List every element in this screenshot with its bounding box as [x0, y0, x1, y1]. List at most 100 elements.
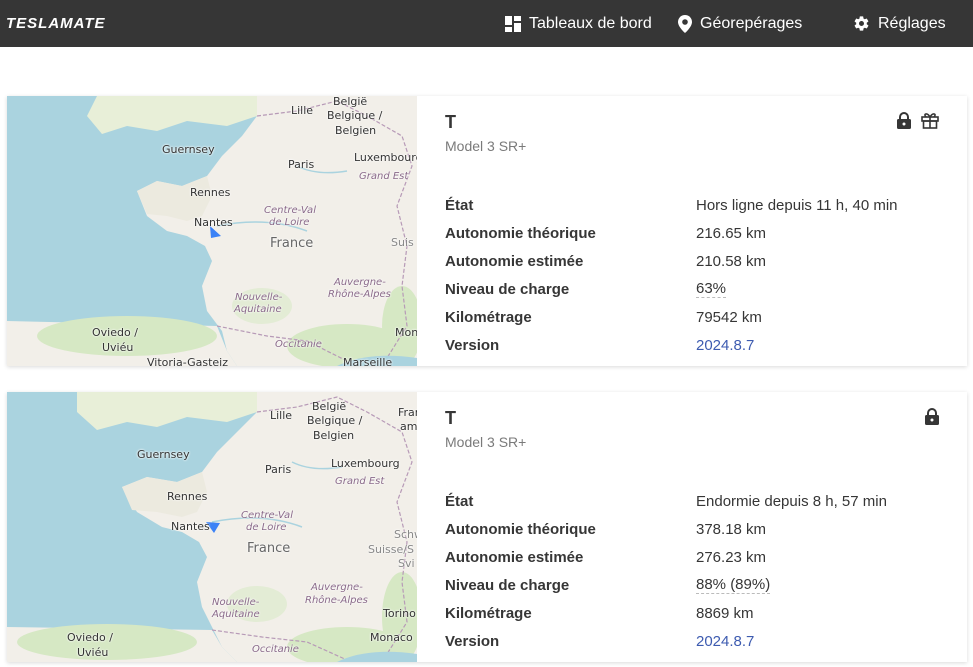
- map-label: Nouvelle-: [212, 597, 260, 608]
- lock-icon: [925, 408, 939, 425]
- map-label: Lille: [291, 104, 314, 117]
- map-label: Rhône-Alpes: [328, 289, 391, 300]
- detail-row-state: État Endormie depuis 8 h, 57 min: [445, 487, 967, 515]
- detail-value: 216.65 km: [696, 224, 767, 242]
- car-card: België Belgique / Belgien Lille Fran am …: [7, 392, 967, 662]
- map-label: France: [247, 541, 291, 556]
- car-model: Model 3 SR+: [445, 434, 527, 450]
- nav-dashboards[interactable]: Tableaux de bord: [505, 15, 652, 33]
- nav-dashboards-label: Tableaux de bord: [529, 14, 652, 32]
- detail-row-odometer: Kilométrage 79542 km: [445, 303, 967, 331]
- map-label: Suis: [391, 236, 414, 249]
- map-label: België: [333, 96, 368, 108]
- map-label: Paris: [265, 463, 292, 476]
- gear-icon: [854, 16, 869, 31]
- map-label: Svi: [398, 557, 415, 570]
- map-label: Auvergne-: [311, 582, 363, 593]
- brand-logo[interactable]: TESLAMATE: [6, 15, 106, 32]
- car-info: T Model 3 SR+ État Hors ligne depuis 11 h…: [445, 96, 967, 366]
- map-label: Auvergne-: [334, 277, 386, 288]
- detail-label: Autonomie estimée: [445, 548, 584, 566]
- map-label: Oviedo /: [92, 326, 138, 339]
- car-name[interactable]: T: [445, 408, 456, 429]
- detail-row-version: Version 2024.8.7: [445, 331, 967, 359]
- map-tiles: [7, 392, 417, 662]
- car-name[interactable]: T: [445, 112, 456, 133]
- detail-label: Autonomie théorique: [445, 520, 596, 538]
- car-location-map[interactable]: België Belgique / Belgien Lille Fran am …: [7, 392, 417, 662]
- map-label: de Loire: [246, 522, 287, 533]
- map-label: Nouvelle-: [235, 292, 283, 303]
- detail-row-est-range: Autonomie estimée 210.58 km: [445, 247, 967, 275]
- map-label: Monaco: [370, 631, 413, 644]
- map-label: Rhône-Alpes: [305, 595, 368, 606]
- map-label: Vitoria-Gasteiz: [147, 356, 228, 366]
- map-label: Luxembourg: [354, 151, 417, 164]
- charge-level-value[interactable]: 63%: [696, 280, 727, 298]
- version-link[interactable]: 2024.8.7: [696, 633, 754, 650]
- map-label: Luxembourg: [331, 457, 400, 470]
- map-label: België: [312, 400, 347, 413]
- charge-level-value[interactable]: 88% (89%): [696, 576, 771, 594]
- map-label: Suisse/S: [368, 543, 414, 556]
- detail-label: Version: [445, 336, 500, 354]
- map-label: Guernsey: [162, 143, 215, 156]
- nav-geofences[interactable]: Géorepérages: [678, 14, 803, 33]
- map-label: Uviéu: [77, 646, 109, 659]
- detail-label: Kilométrage: [445, 604, 532, 622]
- map-label: Guernsey: [137, 448, 190, 461]
- map-label: Rennes: [167, 490, 208, 503]
- car-info: T Model 3 SR+ État Endormie depuis 8 h, 5…: [445, 392, 967, 662]
- detail-row-ideal-range: Autonomie théorique 216.65 km: [445, 219, 967, 247]
- gift-icon: [921, 112, 939, 129]
- map-label: Grand Est: [359, 171, 409, 182]
- dashboard-icon: [505, 15, 521, 32]
- map-label: Uviéu: [102, 341, 134, 354]
- map-label: Oviedo /: [67, 631, 113, 644]
- map-label: Centre-Val: [241, 510, 293, 521]
- detail-row-state: État Hors ligne depuis 11 h, 40 min: [445, 191, 967, 219]
- map-label: de Loire: [269, 217, 310, 228]
- detail-value: Hors ligne depuis 11 h, 40 min: [696, 196, 898, 214]
- detail-value: 210.58 km: [696, 252, 767, 270]
- map-label: Aquitaine: [234, 304, 282, 315]
- map-label: Grand Est: [335, 476, 385, 487]
- detail-row-ideal-range: Autonomie théorique 378.18 km: [445, 515, 967, 543]
- car-card: België Belgique / Belgien Lille Guernsey…: [7, 96, 967, 366]
- map-marker-icon: [678, 14, 692, 33]
- detail-label: État: [445, 196, 474, 214]
- detail-value: 276.23 km: [696, 548, 767, 566]
- car-status-icons: [925, 408, 939, 425]
- map-label: am: [400, 420, 417, 433]
- detail-label: État: [445, 492, 474, 510]
- detail-value: Endormie depuis 8 h, 57 min: [696, 492, 887, 510]
- detail-value: 79542 km: [696, 308, 762, 326]
- map-label: Nantes: [171, 520, 210, 533]
- car-location-map[interactable]: België Belgique / Belgien Lille Guernsey…: [7, 96, 417, 366]
- map-label: Schw: [394, 528, 417, 541]
- top-navbar: TESLAMATE Tableaux de bord Géorepérages …: [0, 0, 973, 47]
- lock-icon: [897, 112, 911, 129]
- detail-row-charge: Niveau de charge 88% (89%): [445, 571, 967, 599]
- detail-label: Niveau de charge: [445, 280, 570, 298]
- map-label: Lille: [270, 409, 293, 422]
- map-label: Belgien: [335, 124, 377, 137]
- map-label: Paris: [288, 158, 315, 171]
- map-label: Marseille: [343, 356, 393, 366]
- main-content: België Belgique / Belgien Lille Guernsey…: [0, 47, 973, 667]
- map-label: Centre-Val: [264, 205, 316, 216]
- map-label: Belgique /: [327, 109, 383, 122]
- version-link[interactable]: 2024.8.7: [696, 337, 754, 354]
- detail-row-version: Version 2024.8.7: [445, 627, 967, 655]
- detail-row-charge: Niveau de charge 63%: [445, 275, 967, 303]
- map-label: France: [270, 236, 314, 251]
- detail-row-est-range: Autonomie estimée 276.23 km: [445, 543, 967, 571]
- nav-settings-label: Réglages: [878, 14, 946, 32]
- nav-settings[interactable]: Réglages: [853, 15, 946, 33]
- nav-geofences-label: Géorepérages: [700, 14, 803, 32]
- detail-row-odometer: Kilométrage 8869 km: [445, 599, 967, 627]
- map-label: Mon: [395, 326, 417, 339]
- car-status-icons: [897, 112, 939, 129]
- detail-label: Version: [445, 632, 500, 650]
- detail-value: 8869 km: [696, 604, 754, 622]
